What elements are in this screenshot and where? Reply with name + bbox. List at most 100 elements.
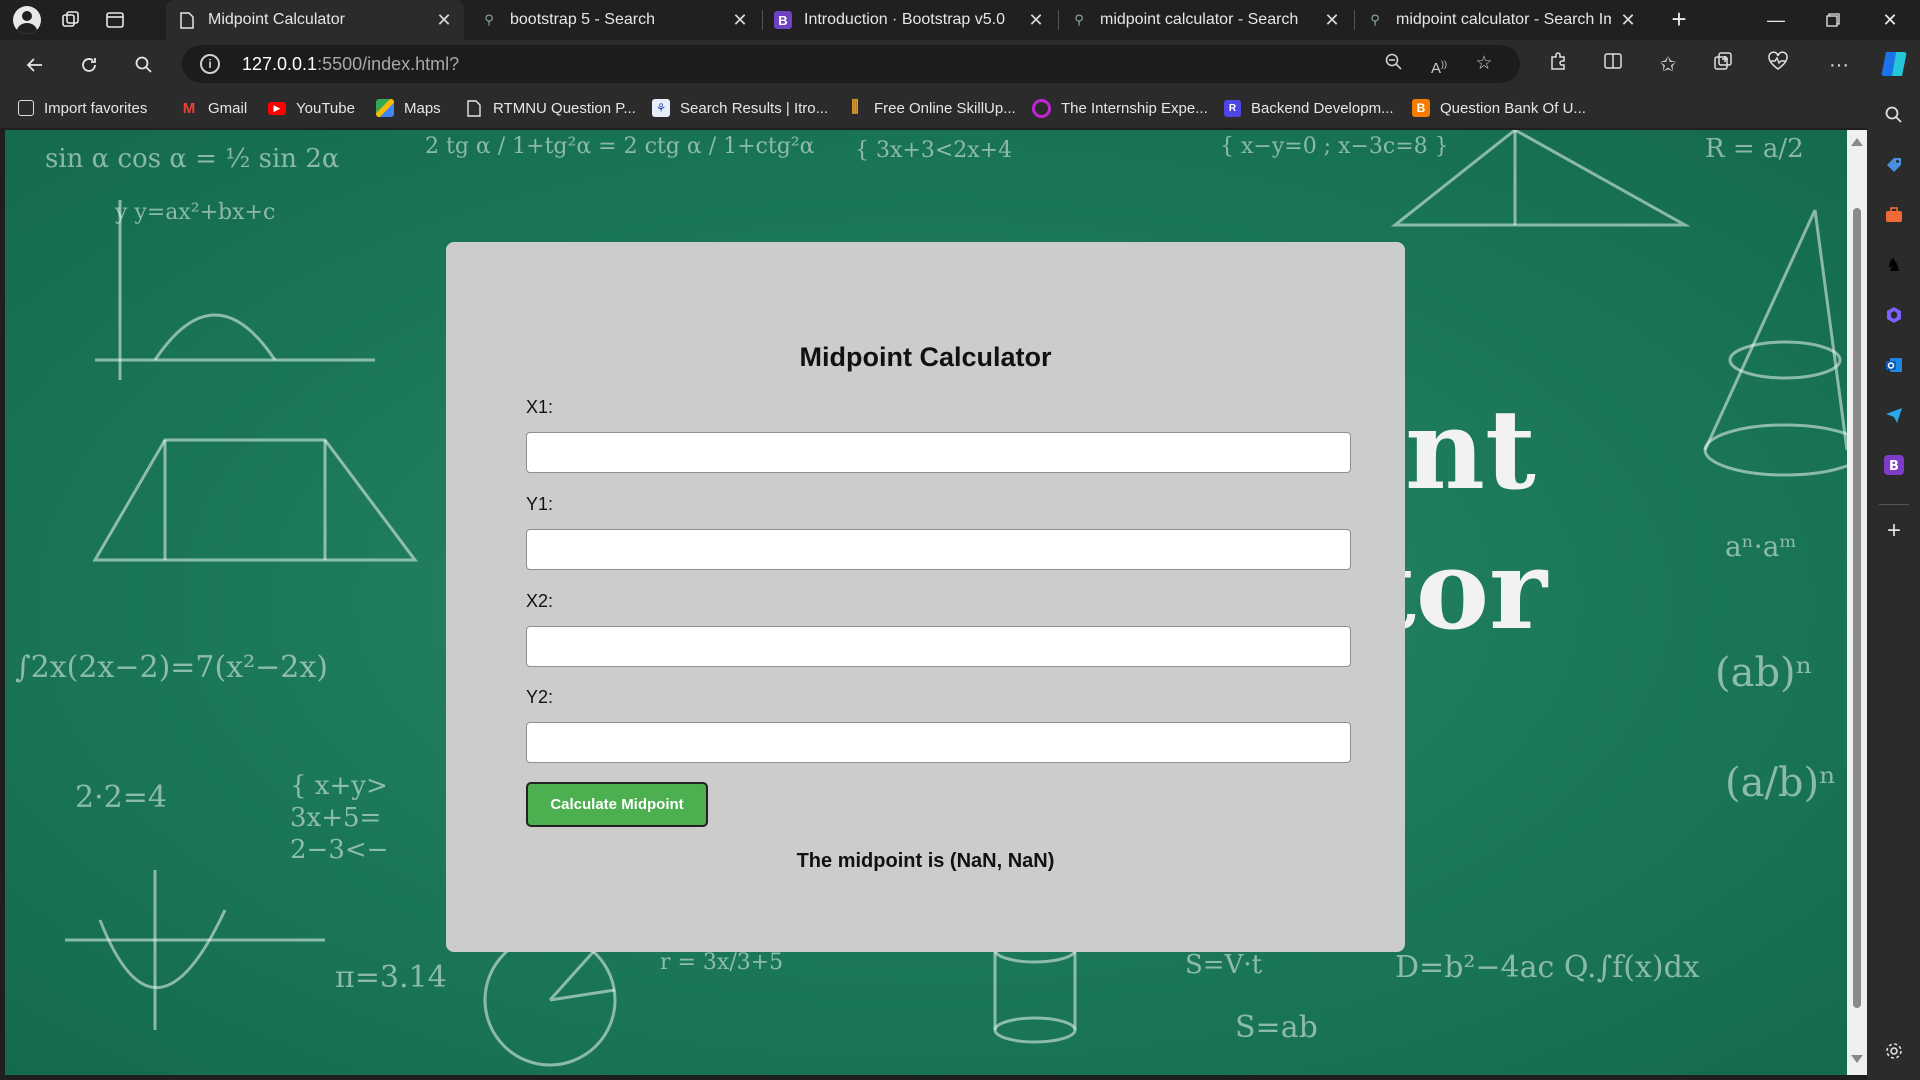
browser-essentials-icon[interactable] bbox=[1763, 50, 1793, 80]
favorite-label: RTMNU Question P... bbox=[493, 99, 636, 117]
favorite-label: The Internship Expe... bbox=[1061, 99, 1208, 117]
tab-title: midpoint calculator - Search bbox=[1100, 11, 1299, 28]
extensions-icon[interactable] bbox=[1543, 50, 1573, 80]
search-button[interactable] bbox=[127, 48, 161, 82]
x2-input[interactable] bbox=[526, 626, 1351, 667]
scroll-down-arrow-icon[interactable] bbox=[1851, 1055, 1863, 1063]
page-title: Midpoint Calculator bbox=[799, 342, 1052, 372]
x1-input[interactable] bbox=[526, 432, 1351, 473]
more-options-icon[interactable]: ··· bbox=[1824, 50, 1854, 80]
sidebar-divider bbox=[1879, 504, 1909, 505]
favorite-label: Question Bank Of U... bbox=[1440, 99, 1586, 117]
send-telegram-icon[interactable] bbox=[1881, 402, 1907, 428]
maps-icon bbox=[376, 99, 394, 117]
minimize-button[interactable]: — bbox=[1748, 0, 1804, 40]
x2-label: X2: bbox=[526, 591, 554, 611]
favorite-skillup[interactable]: ⫼ Free Online SkillUp... bbox=[846, 98, 1015, 118]
document-icon bbox=[465, 99, 483, 117]
bootstrap-app-icon[interactable]: B bbox=[1881, 452, 1907, 478]
collections-icon[interactable] bbox=[1708, 50, 1738, 80]
favorite-question-bank[interactable]: B Question Bank Of U... bbox=[1412, 98, 1586, 118]
outlook-icon[interactable] bbox=[1881, 352, 1907, 378]
tab-title: bootstrap 5 - Search bbox=[510, 11, 655, 28]
favorite-search-results[interactable]: ⚘ Search Results | Itro... bbox=[652, 98, 828, 118]
bootstrap-icon: B bbox=[774, 11, 792, 29]
page-viewport: sin α cos α = ½ sin 2α 2 tg α / 1+tg²α =… bbox=[5, 130, 1847, 1075]
close-window-button[interactable]: ✕ bbox=[1862, 0, 1918, 40]
tab-midpoint-images[interactable]: ⚲ midpoint calculator - Search Ima ✕ bbox=[1356, 0, 1648, 40]
site-info-icon[interactable]: i bbox=[200, 54, 220, 74]
tab-separator bbox=[762, 10, 763, 30]
scroll-thumb[interactable] bbox=[1853, 208, 1861, 1008]
restore-button[interactable] bbox=[1805, 0, 1861, 40]
workspaces-icon[interactable] bbox=[56, 5, 86, 35]
avatar bbox=[13, 6, 41, 34]
favorite-label: Maps bbox=[404, 99, 441, 117]
calculate-midpoint-button[interactable]: Calculate Midpoint bbox=[526, 782, 708, 827]
profile-avatar[interactable] bbox=[12, 5, 42, 35]
zoom-out-icon[interactable] bbox=[1382, 52, 1406, 76]
refresh-button[interactable] bbox=[72, 48, 106, 82]
copilot-icon[interactable] bbox=[1878, 48, 1910, 80]
tab-bootstrap-intro[interactable]: B Introduction · Bootstrap v5.0 ✕ bbox=[764, 0, 1056, 40]
favorite-rtmnu[interactable]: RTMNU Question P... bbox=[465, 98, 636, 118]
favorites-icon[interactable]: ✩ bbox=[1653, 50, 1683, 80]
skillup-icon: ⫼ bbox=[851, 99, 859, 116]
midpoint-result: The midpoint is (NaN, NaN) bbox=[796, 850, 1055, 872]
close-tab-icon[interactable]: ✕ bbox=[434, 10, 454, 30]
back-button[interactable] bbox=[18, 48, 52, 82]
sidebar-search-icon[interactable] bbox=[1881, 102, 1907, 128]
r-badge-icon: R bbox=[1224, 99, 1241, 117]
page-icon bbox=[178, 11, 196, 29]
favorite-youtube[interactable]: ▶ YouTube bbox=[268, 98, 355, 118]
y1-input[interactable] bbox=[526, 529, 1351, 570]
tab-midpoint-search[interactable]: ⚲ midpoint calculator - Search ✕ bbox=[1060, 0, 1352, 40]
close-tab-icon[interactable]: ✕ bbox=[730, 10, 750, 30]
scroll-up-arrow-icon[interactable] bbox=[1851, 138, 1863, 146]
favorite-label: Backend Developm... bbox=[1251, 99, 1394, 117]
address-bar[interactable]: i 127.0.0.1:5500/index.html? A)) ☆ bbox=[182, 45, 1520, 83]
youtube-icon: ▶ bbox=[268, 101, 286, 115]
games-chess-icon[interactable]: ♞ bbox=[1881, 252, 1907, 278]
tab-title: midpoint calculator - Search Ima bbox=[1396, 11, 1611, 28]
shopping-tag-icon[interactable] bbox=[1881, 152, 1907, 178]
close-tab-icon[interactable]: ✕ bbox=[1026, 10, 1046, 30]
tab-bootstrap-search[interactable]: ⚲ bootstrap 5 - Search ✕ bbox=[470, 0, 760, 40]
favorite-import[interactable]: Import favorites bbox=[18, 98, 147, 118]
add-sidebar-app-icon[interactable]: + bbox=[1881, 517, 1907, 544]
sidebar-settings-icon[interactable] bbox=[1881, 1038, 1907, 1064]
favorite-gmail[interactable]: M Gmail bbox=[180, 98, 247, 118]
close-tab-icon[interactable]: ✕ bbox=[1618, 10, 1638, 30]
site-icon: ⚘ bbox=[652, 99, 670, 117]
tools-briefcase-icon[interactable] bbox=[1881, 202, 1907, 228]
page-scrollbar[interactable] bbox=[1847, 130, 1867, 1075]
title-bar: Midpoint Calculator ✕ ⚲ bootstrap 5 - Se… bbox=[0, 0, 1920, 40]
favorite-internship[interactable]: The Internship Expe... bbox=[1032, 98, 1208, 118]
y2-input[interactable] bbox=[526, 722, 1351, 763]
split-screen-icon[interactable] bbox=[1598, 50, 1628, 80]
favorite-backend[interactable]: R Backend Developm... bbox=[1224, 98, 1394, 118]
favorite-star-icon[interactable]: ☆ bbox=[1472, 52, 1496, 76]
favorite-label: Gmail bbox=[208, 99, 248, 117]
tab-actions-icon[interactable] bbox=[100, 5, 130, 35]
favorite-label: Import favorites bbox=[44, 99, 148, 117]
url-text[interactable]: 127.0.0.1:5500/index.html? bbox=[242, 54, 459, 75]
edge-sidebar: ♞ B + bbox=[1867, 88, 1920, 1080]
read-aloud-icon[interactable]: A)) bbox=[1427, 52, 1451, 77]
microsoft-365-icon[interactable] bbox=[1881, 302, 1907, 328]
favorites-bar: Import favorites M Gmail ▶ YouTube Maps … bbox=[0, 88, 1920, 128]
close-tab-icon[interactable]: ✕ bbox=[1322, 10, 1342, 30]
tab-separator bbox=[1058, 10, 1059, 30]
import-icon bbox=[18, 100, 34, 116]
tab-midpoint-calculator[interactable]: Midpoint Calculator ✕ bbox=[166, 0, 464, 40]
svg-text:B: B bbox=[1889, 459, 1899, 474]
y2-label: Y2: bbox=[526, 687, 554, 707]
background-heading-fragment: nt bbox=[1405, 385, 1536, 514]
tab-separator bbox=[1354, 10, 1355, 30]
calculator-card: Midpoint Calculator X1: Y1: X2: Y2: Calc… bbox=[446, 242, 1405, 952]
new-tab-button[interactable]: + bbox=[1663, 4, 1695, 36]
favorite-maps[interactable]: Maps bbox=[376, 98, 441, 118]
navigation-bar: i 127.0.0.1:5500/index.html? A)) ☆ ✩ ··· bbox=[0, 40, 1920, 88]
circle-icon bbox=[1032, 98, 1051, 118]
y1-label: Y1: bbox=[526, 494, 554, 514]
